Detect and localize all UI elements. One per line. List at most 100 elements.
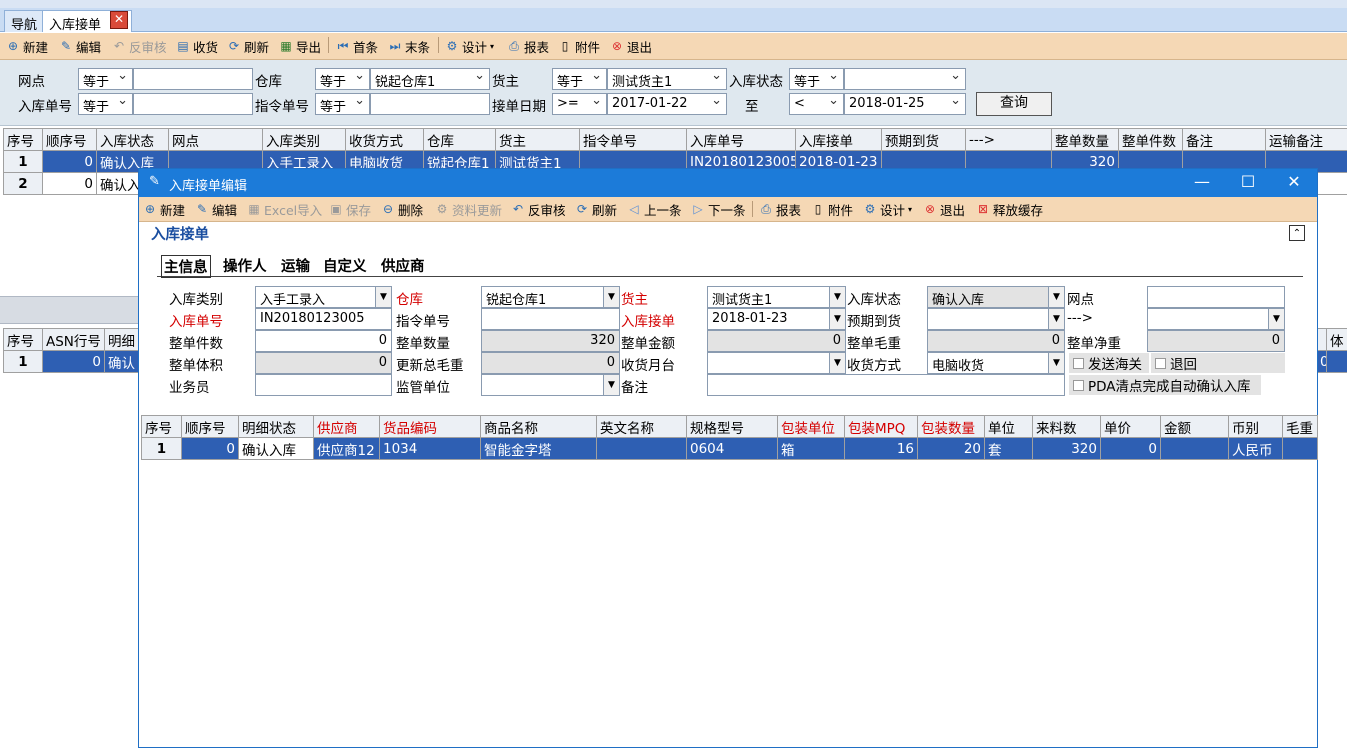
unaudit-button[interactable]: ↶ 反审核 (112, 33, 167, 59)
subtab-custom[interactable]: 自定义 (323, 255, 367, 276)
report-button[interactable]: ⎙ 报表 (507, 33, 549, 59)
customs-checkbox[interactable]: 发送海关 (1069, 353, 1149, 373)
pda-checkbox[interactable]: PDA清点完成自动确认入库 (1069, 375, 1261, 395)
col-header[interactable]: 规格型号 (686, 415, 778, 438)
date-operator-select[interactable]: >= (552, 93, 607, 115)
col-header[interactable]: 整单件数 (1118, 128, 1183, 151)
exp-to-picker[interactable]: ▼ (1147, 308, 1285, 330)
col-header[interactable]: 备注 (1182, 128, 1266, 151)
col-header[interactable]: 顺序号 (181, 415, 239, 438)
exp-picker[interactable]: ▼ (927, 308, 1065, 330)
refresh-button[interactable]: ⟳ 刷新 (227, 33, 269, 59)
table-row[interactable]: 1 0 确认入库 供应商12 1034 智能金字塔 0604 箱 16 20 套… (141, 437, 1318, 460)
delete-button[interactable]: ⊖ 删除 (381, 197, 423, 221)
date-from-picker[interactable]: 2017-01-22 (607, 93, 727, 115)
receive-button[interactable]: ▤ 收货 (176, 33, 218, 59)
minimize-icon[interactable]: — (1179, 169, 1225, 197)
col-header[interactable]: 收货方式 (345, 128, 424, 151)
date-operator2-select[interactable]: < (789, 93, 844, 115)
method-select[interactable]: 电脑收货 ▼ (927, 352, 1065, 374)
col-header[interactable]: ---> (965, 128, 1052, 151)
export-button[interactable]: ▦ 导出 (279, 33, 321, 59)
col-header[interactable]: 序号 (141, 415, 182, 438)
type-select[interactable]: 入手工录入 ▼ (255, 286, 392, 308)
col-header[interactable]: 商品名称 (480, 415, 597, 438)
return-checkbox[interactable]: 退回 (1151, 353, 1285, 373)
col-header[interactable]: ASN行号 (42, 328, 105, 351)
col-header[interactable]: 毛重 (1282, 415, 1318, 438)
site-operator-select[interactable]: 等于 (78, 68, 133, 90)
col-header[interactable]: 网点 (168, 128, 263, 151)
release-cache-button[interactable]: ⊠ 释放缓存 (976, 197, 1043, 221)
subtab-main[interactable]: 主信息 (161, 255, 211, 278)
col-header[interactable]: 入库接单 (795, 128, 882, 151)
dlg-new-button[interactable]: ⊕ 新建 (143, 197, 185, 221)
attach-button[interactable]: ▯ 附件 (558, 33, 600, 59)
warehouse-select[interactable]: 锐起仓库1 (370, 68, 490, 90)
col-header[interactable]: 明细 (104, 328, 140, 351)
owner-select[interactable]: 测试货主1 (607, 68, 727, 90)
close-icon[interactable]: ✕ (1271, 169, 1317, 197)
next-button[interactable]: ▷ 下一条 (691, 197, 745, 221)
col-header[interactable]: 金额 (1160, 415, 1229, 438)
col-header[interactable]: 运输备注 (1265, 128, 1347, 151)
col-header[interactable]: 入库类别 (262, 128, 346, 151)
site-input-dlg[interactable] (1147, 286, 1285, 308)
subtab-supplier[interactable]: 供应商 (381, 255, 425, 276)
first-button[interactable]: ⏮ 首条 (336, 33, 378, 59)
col-header[interactable]: 币别 (1228, 415, 1283, 438)
subtab-transport[interactable]: 运输 (281, 255, 310, 276)
date-to-picker[interactable]: 2018-01-25 (844, 93, 966, 115)
dlg-attach-button[interactable]: ▯ 附件 (811, 197, 853, 221)
prev-button[interactable]: ◁ 上一条 (627, 197, 681, 221)
dlg-design-button[interactable]: ⚙ 设计 ▾ (863, 197, 912, 221)
dlg-edit-button[interactable]: ✎ 编辑 (195, 197, 237, 221)
edit-button[interactable]: ✎ 编辑 (59, 33, 101, 59)
owner-operator-select[interactable]: 等于 (552, 68, 607, 90)
cmd-input[interactable] (370, 93, 490, 115)
pcs-input[interactable]: 0 (255, 330, 392, 352)
dlg-refresh-button[interactable]: ⟳ 刷新 (575, 197, 617, 221)
site-input[interactable] (133, 68, 253, 90)
month-select[interactable]: ▼ (707, 352, 846, 374)
maximize-icon[interactable]: ☐ (1225, 169, 1271, 197)
save-button[interactable]: ▣ 保存 (329, 197, 371, 221)
col-header[interactable]: 供应商 (313, 415, 380, 438)
status-operator-select[interactable]: 等于 (789, 68, 844, 90)
col-header[interactable]: 单位 (984, 415, 1033, 438)
col-header[interactable]: 货主 (495, 128, 580, 151)
splitter-bar[interactable] (0, 296, 140, 324)
status-select[interactable] (844, 68, 966, 90)
query-button[interactable]: 查询 (976, 92, 1052, 116)
col-header[interactable]: 单价 (1100, 415, 1161, 438)
dlg-report-button[interactable]: ⎙ 报表 (759, 197, 801, 221)
col-header[interactable]: 预期到货 (881, 128, 966, 151)
owner-select-dlg[interactable]: 测试货主1 ▼ (707, 286, 846, 308)
cmd-operator-select[interactable]: 等于 (315, 93, 370, 115)
super-select[interactable]: ▼ (481, 374, 620, 396)
indate-picker[interactable]: 2018-01-23 ▼ (707, 308, 846, 330)
wh-select[interactable]: 锐起仓库1 ▼ (481, 286, 620, 308)
col-header[interactable]: 英文名称 (596, 415, 687, 438)
col-header[interactable]: 明细状态 (238, 415, 314, 438)
inno-input-dlg[interactable]: IN20180123005 (255, 308, 392, 330)
col-header[interactable]: 指令单号 (579, 128, 687, 151)
warehouse-operator-select[interactable]: 等于 (315, 68, 370, 90)
table-row[interactable]: 1 0 确认 (3, 350, 140, 373)
col-header[interactable]: 包装MPQ (844, 415, 918, 438)
dialog-titlebar[interactable]: ✎ 入库接单编辑 — ☐ ✕ (139, 169, 1317, 197)
dlg-unaudit-button[interactable]: ↶ 反审核 (511, 197, 566, 221)
col-header[interactable]: 来料数 (1032, 415, 1101, 438)
subtab-operator[interactable]: 操作人 (223, 255, 267, 276)
col-header[interactable]: 货品编码 (379, 415, 481, 438)
tab-close-icon[interactable]: ✕ (110, 11, 128, 29)
exit-button[interactable]: ⊗ 退出 (610, 33, 652, 59)
design-button[interactable]: ⚙ 设计 ▾ (445, 33, 494, 59)
col-header[interactable]: 顺序号 (42, 128, 97, 151)
new-button[interactable]: ⊕ 新建 (6, 33, 48, 59)
status-select-dlg[interactable]: 确认入库 ▼ (927, 286, 1065, 308)
collapse-icon[interactable]: ⌃ (1289, 225, 1305, 241)
col-header[interactable]: 入库状态 (96, 128, 169, 151)
tab-nav[interactable]: 导航 (4, 10, 45, 33)
col-header[interactable]: 包装数量 (917, 415, 985, 438)
